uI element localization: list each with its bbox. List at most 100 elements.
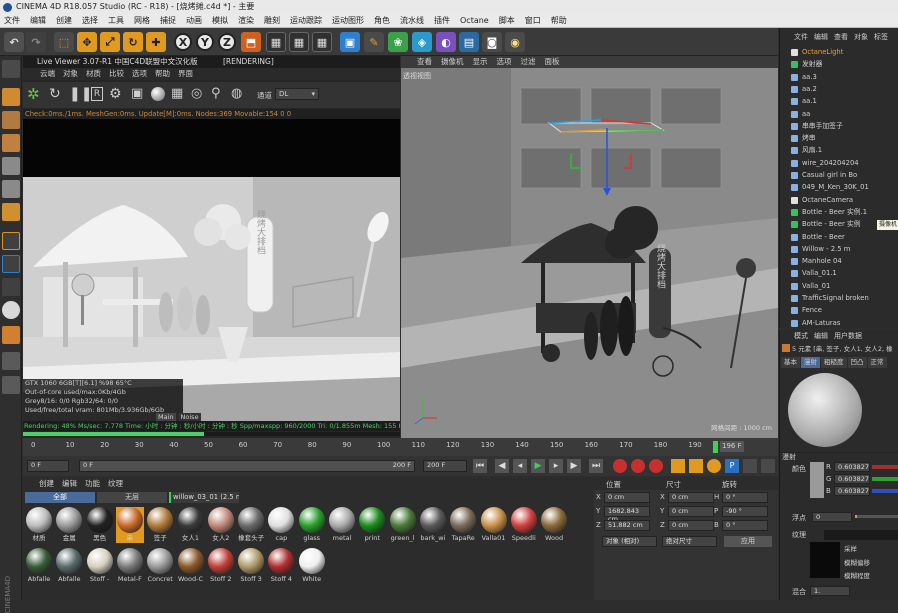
nurbs-icon[interactable]: ❀ [388, 32, 408, 52]
autokey-icon[interactable] [631, 459, 645, 473]
object-menu-item[interactable]: 文件 [794, 32, 808, 44]
coord-field[interactable]: 0 cm [668, 506, 714, 517]
coord-field[interactable]: 51.882 cm [604, 520, 650, 531]
filter-no-layer[interactable]: 无层 [97, 492, 167, 503]
array-icon[interactable]: ◈ [412, 32, 432, 52]
menu-item[interactable]: 工具 [108, 14, 124, 27]
menu-item[interactable]: 帮助 [551, 14, 567, 27]
menu-item[interactable]: 插件 [434, 14, 450, 27]
material-swatch[interactable]: Stoff 3 [237, 548, 265, 584]
material-swatch[interactable]: green_l [389, 507, 417, 543]
material-swatch[interactable]: Valla01 [480, 507, 508, 543]
float-slider[interactable] [855, 515, 898, 518]
menu-item[interactable]: 流水线 [400, 14, 424, 27]
live-viewer-menu-item[interactable]: 帮助 [155, 68, 170, 80]
attribute-tab[interactable]: 基本 [781, 357, 800, 368]
coord-mode-select[interactable]: 对象 (相对) [602, 536, 657, 547]
material-swatch[interactable]: Metal-F [116, 548, 144, 584]
material-swatch[interactable]: Stoff 4 [267, 548, 295, 584]
live-viewer-menu-item[interactable]: 比较 [109, 68, 124, 80]
solo-icon[interactable] [2, 301, 20, 319]
render-settings-icon[interactable]: ▦ [312, 32, 332, 52]
rgb-slider[interactable] [872, 477, 898, 481]
stats-tab-noise[interactable]: Noise [178, 413, 201, 421]
play-icon[interactable]: ▶ [531, 459, 545, 473]
material-swatch[interactable]: Stoff - [86, 548, 114, 584]
material-swatch[interactable]: Stoff 2 [207, 548, 235, 584]
axis-mode-icon[interactable] [2, 232, 20, 250]
object-row[interactable]: AM-Laturas [780, 317, 898, 329]
menu-item[interactable]: 动画 [186, 14, 202, 27]
menu-item[interactable]: 捕捉 [160, 14, 176, 27]
object-row[interactable]: aa.1 [780, 95, 898, 107]
pick-focus-icon[interactable]: ◎ [191, 85, 209, 103]
color-swatch[interactable] [810, 462, 824, 498]
mix-field[interactable]: 1. [810, 586, 850, 596]
next-frame-icon[interactable]: ▸ [549, 459, 563, 473]
magnet-icon[interactable] [2, 326, 20, 344]
snap-icon[interactable] [2, 278, 20, 296]
coord-field[interactable]: 0 cm [604, 492, 650, 503]
material-swatch[interactable]: Speedli [510, 507, 538, 543]
material-swatch[interactable]: print [358, 507, 386, 543]
viewport-scene[interactable]: 烧烤大排档 [401, 68, 778, 438]
y-axis-lock-icon[interactable]: Y [196, 33, 214, 51]
settings-gear-icon[interactable]: ⚙ [109, 85, 127, 103]
menu-item[interactable]: 窗口 [525, 14, 541, 27]
move-icon[interactable]: ✥ [77, 32, 97, 52]
key-rotation-icon[interactable] [707, 459, 721, 473]
floor-icon[interactable]: ▤ [459, 32, 479, 52]
material-swatch[interactable]: 黑色 [86, 507, 114, 543]
object-menu-item[interactable]: 对象 [854, 32, 868, 44]
object-row[interactable]: aa.2 [780, 83, 898, 95]
workplane-icon[interactable] [2, 134, 20, 152]
texture-icon[interactable]: ▦ [171, 85, 189, 103]
material-swatch[interactable]: Abfalle [25, 548, 53, 584]
tweak-mode-icon[interactable] [2, 255, 20, 273]
object-menu-item[interactable]: 编辑 [814, 32, 828, 44]
make-editable-icon[interactable] [2, 60, 20, 78]
clay-mode-icon[interactable]: ◍ [231, 85, 249, 103]
perspective-viewport[interactable]: 查看 摄像机 显示 选项 过滤 面板 烧烤大排档 透视视图 网格间距: 100… [401, 56, 778, 438]
material-swatch[interactable]: 女人1 [177, 507, 205, 543]
current-frame-marker[interactable] [713, 441, 718, 453]
menu-item[interactable]: 选择 [82, 14, 98, 27]
material-swatch[interactable]: 橡套头子 [237, 507, 265, 543]
attribute-menu-item[interactable]: 编辑 [814, 331, 828, 341]
live-viewer-menu-item[interactable]: 界面 [178, 68, 193, 80]
object-row[interactable]: Valla_01 [780, 280, 898, 292]
camera-icon[interactable]: ◙ [482, 32, 502, 52]
object-row[interactable]: aa [780, 108, 898, 120]
object-row[interactable]: 烤串 [780, 132, 898, 144]
live-viewer-menu-item[interactable]: 材质 [86, 68, 101, 80]
menu-item[interactable]: 文件 [4, 14, 20, 27]
prev-key-icon[interactable]: ◀ [495, 459, 509, 473]
live-viewer-menu-item[interactable]: 对象 [63, 68, 78, 80]
material-swatch[interactable]: White [298, 548, 326, 584]
object-menu-item[interactable]: 查看 [834, 32, 848, 44]
size-mode-select[interactable]: 绝对尺寸 [662, 536, 717, 547]
coord-field[interactable]: 0 cm [668, 520, 714, 531]
material-swatch[interactable]: Wood-C [177, 548, 205, 584]
attribute-menu-item[interactable]: 用户数据 [834, 331, 862, 341]
material-menu-item[interactable]: 纹理 [108, 478, 123, 490]
attribute-tab[interactable]: 正常 [867, 357, 887, 368]
rgb-field[interactable]: 0.603827 [834, 474, 870, 484]
material-swatch[interactable]: cap [267, 507, 295, 543]
live-selection-icon[interactable]: ⬚ [54, 32, 74, 52]
stats-tab-main[interactable]: Main [156, 413, 176, 421]
workplane-lock-icon[interactable] [2, 376, 20, 394]
attribute-tab[interactable]: 粗糙度 [821, 357, 847, 368]
start-frame-field[interactable]: 0 F [27, 460, 69, 472]
object-row[interactable]: Manhole 04 [780, 255, 898, 267]
go-to-start-icon[interactable]: ⏮ [473, 459, 487, 473]
end-frame-field[interactable]: 200 F [423, 460, 467, 472]
material-swatch[interactable]: Concret [146, 548, 174, 584]
coordinate-system-icon[interactable]: ⬒ [241, 32, 261, 52]
material-swatch[interactable]: Wood [540, 507, 568, 543]
lock-icon[interactable]: ▣ [131, 85, 149, 103]
object-row[interactable]: Bottle - Beer 实例.1 [780, 206, 898, 218]
live-viewer-menu-item[interactable]: 云端 [40, 68, 55, 80]
timeline-menu-icon[interactable] [761, 459, 775, 473]
menu-item[interactable]: 网格 [134, 14, 150, 27]
